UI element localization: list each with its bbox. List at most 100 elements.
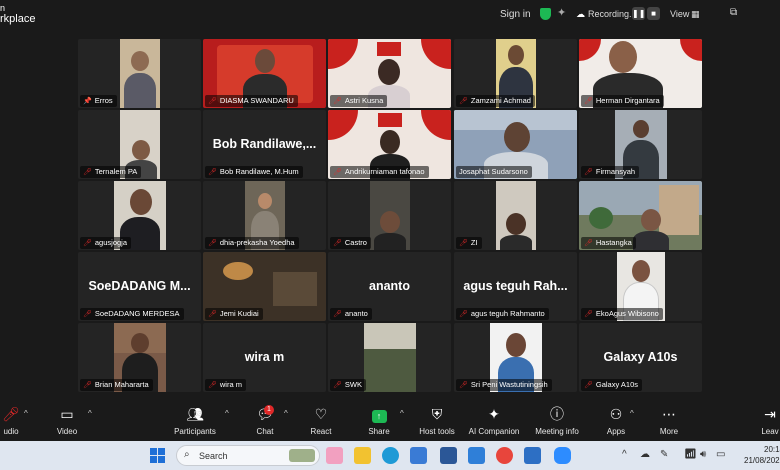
participants-options-chevron-icon[interactable]: ^ bbox=[225, 409, 229, 418]
participant-nametag: 🎤︎ Galaxy A10s bbox=[581, 379, 642, 391]
participant-tile[interactable]: 🎤︎ Astri Kusna bbox=[328, 39, 451, 108]
leave-button[interactable]: ⇥ Leav bbox=[760, 405, 780, 436]
chrome-icon[interactable] bbox=[496, 447, 513, 464]
video-options-chevron-icon[interactable]: ^ bbox=[88, 409, 92, 418]
audio-button[interactable]: 🎤︎ udio bbox=[0, 405, 22, 436]
battery-icon[interactable]: ▭ bbox=[716, 449, 725, 460]
mic-off-icon: 🎤︎ bbox=[333, 382, 342, 389]
grid-view-icon[interactable]: ▦ bbox=[691, 9, 700, 20]
participant-nametag: 🎤︎ Jemi Kudiai bbox=[205, 308, 263, 320]
taskbar-clock[interactable]: 20:14 21/08/2026 bbox=[744, 444, 780, 466]
shield-icon[interactable] bbox=[540, 8, 551, 20]
wifi-icon[interactable]: 📶︎ bbox=[684, 449, 697, 460]
sign-in-link[interactable]: Sign in bbox=[500, 9, 531, 20]
window-restore-icon[interactable]: ⧉ bbox=[730, 7, 737, 18]
participant-nametag: 🎤︎ Herman Dirgantara bbox=[581, 95, 664, 107]
volume-icon[interactable]: 🔊︎ bbox=[700, 449, 706, 460]
participant-nametag: 🎤︎ Ternalem PA bbox=[80, 166, 142, 178]
share-arrow-icon: ↑ bbox=[371, 410, 387, 423]
pen-icon[interactable]: ✎ bbox=[660, 449, 668, 460]
participant-tile[interactable]: 🎤︎ Brian Mahararta bbox=[78, 323, 201, 392]
mic-off-icon: 🎤︎ bbox=[83, 382, 92, 389]
edge-browser-icon[interactable] bbox=[382, 447, 399, 464]
video-feed bbox=[119, 39, 160, 108]
stop-recording-button[interactable]: ■ bbox=[647, 7, 660, 20]
file-explorer-icon[interactable] bbox=[354, 447, 371, 464]
participant-tile[interactable]: 🎤︎ Sri Peni Wastutiningsih bbox=[454, 323, 577, 392]
participant-tile[interactable]: 🎤︎ DIASMA SWANDARU bbox=[203, 39, 326, 108]
participant-tile-active-speaker[interactable]: Josaphat Sudarsono bbox=[454, 110, 577, 179]
audio-options-chevron-icon[interactable]: ^ bbox=[24, 409, 28, 418]
video-gallery: 📌 Erros 🎤︎ DIASMA SWANDARU 🎤︎ Astri Kusna bbox=[78, 39, 704, 392]
mic-off-icon: 🎤︎ bbox=[459, 311, 468, 318]
participant-nametag: Josaphat Sudarsono bbox=[456, 166, 532, 178]
participant-tile[interactable]: 🎤︎ Andrikurniaman tafonao bbox=[328, 110, 451, 179]
share-button[interactable]: ↑ Share bbox=[366, 405, 392, 436]
chat-button[interactable]: 💬︎ 1 Chat bbox=[252, 405, 278, 436]
participant-tile[interactable]: 🎤︎ agusjogja bbox=[78, 181, 201, 250]
pause-recording-button[interactable]: ❚❚ bbox=[632, 7, 645, 20]
participant-tile[interactable]: 🎤︎ Ternalem PA bbox=[78, 110, 201, 179]
video-button[interactable]: ▭ Video bbox=[52, 405, 82, 436]
participant-nametag: 🎤︎ Astri Kusna bbox=[330, 95, 388, 107]
participant-tile[interactable]: 🎤︎ Herman Dirgantara bbox=[579, 39, 702, 108]
participant-nametag: 📌 Erros bbox=[80, 95, 117, 107]
participant-tile[interactable]: 🎤︎ EkoAgus Wibisono bbox=[579, 252, 702, 321]
ai-companion-button[interactable]: ✦ AI Companion bbox=[466, 405, 522, 436]
mic-off-icon: 🎤︎ bbox=[333, 240, 342, 247]
participant-tile[interactable]: SoeDADANG M... 🎤︎ SoeDADANG MERDESA bbox=[78, 252, 201, 321]
participant-nametag: 🎤︎ Andrikurniaman tafonao bbox=[330, 166, 429, 178]
apps-icon: ⚇ bbox=[609, 406, 623, 422]
participant-nametag: 🎤︎ DIASMA SWANDARU bbox=[205, 95, 298, 107]
participant-tile[interactable]: 🎤︎ Jemi Kudiai bbox=[203, 252, 326, 321]
mic-off-icon: 🎤︎ bbox=[333, 169, 342, 176]
participant-tile[interactable]: agus teguh Rah... 🎤︎ agus teguh Rahmanto bbox=[454, 252, 577, 321]
store-icon[interactable] bbox=[410, 447, 427, 464]
mic-off-icon: 🎤︎ bbox=[584, 311, 593, 318]
more-button[interactable]: ⋯ More bbox=[656, 405, 682, 436]
copilot-icon[interactable] bbox=[326, 447, 343, 464]
docs-icon[interactable] bbox=[468, 447, 485, 464]
zoom-icon[interactable] bbox=[554, 447, 571, 464]
meeting-controls: 🎤︎ udio ^ ▭ Video ^ 👥︎ 53 Participants ^… bbox=[0, 401, 780, 441]
shield-icon: ⛨ bbox=[431, 406, 443, 422]
react-button[interactable]: ♡ React bbox=[308, 405, 334, 436]
participant-tile[interactable]: 🎤︎ SWK bbox=[328, 323, 451, 392]
sparkle-icon[interactable]: ✦ bbox=[557, 6, 566, 19]
participant-display-name: wira m bbox=[244, 350, 285, 364]
participant-tile[interactable]: 🎤︎ Zamzami Achmad bbox=[454, 39, 577, 108]
mic-off-icon: 🎤︎ bbox=[83, 311, 92, 318]
participant-tile[interactable]: Galaxy A10s 🎤︎ Galaxy A10s bbox=[579, 323, 702, 392]
chat-options-chevron-icon[interactable]: ^ bbox=[284, 409, 288, 418]
participant-nametag: 🎤︎ Bob Randilawe, M.Hum bbox=[205, 166, 303, 178]
host-tools-button[interactable]: ⛨ Host tools bbox=[418, 405, 456, 436]
participant-tile[interactable]: 🎤︎ dhia-prekasha Yoedha bbox=[203, 181, 326, 250]
taskbar-search-box[interactable]: ⌕ Search bbox=[176, 445, 320, 466]
mic-off-icon: 🎤︎ bbox=[208, 240, 217, 247]
tray-overflow-chevron-icon[interactable]: ^ bbox=[622, 449, 627, 460]
participant-tile[interactable]: 🎤︎ ZI bbox=[454, 181, 577, 250]
outlook-icon[interactable] bbox=[524, 447, 541, 464]
exit-icon: ⇥ bbox=[764, 406, 776, 422]
participant-tile[interactable]: Bob Randilawe,... 🎤︎ Bob Randilawe, M.Hum bbox=[203, 110, 326, 179]
app-icon[interactable] bbox=[440, 447, 457, 464]
participants-button[interactable]: 👥︎ 53 Participants bbox=[172, 405, 218, 436]
participant-tile[interactable]: wira m 🎤︎ wira m bbox=[203, 323, 326, 392]
participant-tile[interactable]: ananto 🎤︎ ananto bbox=[328, 252, 451, 321]
participant-tile[interactable]: 🎤︎ Castro bbox=[328, 181, 451, 250]
participant-nametag: 🎤︎ agusjogja bbox=[80, 237, 131, 249]
share-options-chevron-icon[interactable]: ^ bbox=[400, 409, 404, 418]
mic-off-icon: 🎤︎ bbox=[584, 169, 593, 176]
participant-tile[interactable]: 🎤︎ Firmansyah bbox=[579, 110, 702, 179]
view-button[interactable]: View bbox=[670, 9, 689, 19]
apps-options-chevron-icon[interactable]: ^ bbox=[630, 409, 634, 418]
participant-nametag: 🎤︎ dhia-prekasha Yoedha bbox=[205, 237, 299, 249]
cloud-sync-icon[interactable]: ☁ bbox=[640, 449, 650, 460]
participant-nametag: 🎤︎ Hastangka bbox=[581, 237, 636, 249]
brand-line-2: rkplace bbox=[0, 13, 36, 25]
meeting-info-button[interactable]: ⓘ Meeting info bbox=[532, 405, 582, 436]
participant-tile[interactable]: 🎤︎ Hastangka bbox=[579, 181, 702, 250]
participant-tile[interactable]: 📌 Erros bbox=[78, 39, 201, 108]
apps-button[interactable]: ⚇ Apps bbox=[604, 405, 628, 436]
windows-start-icon[interactable] bbox=[150, 448, 165, 463]
